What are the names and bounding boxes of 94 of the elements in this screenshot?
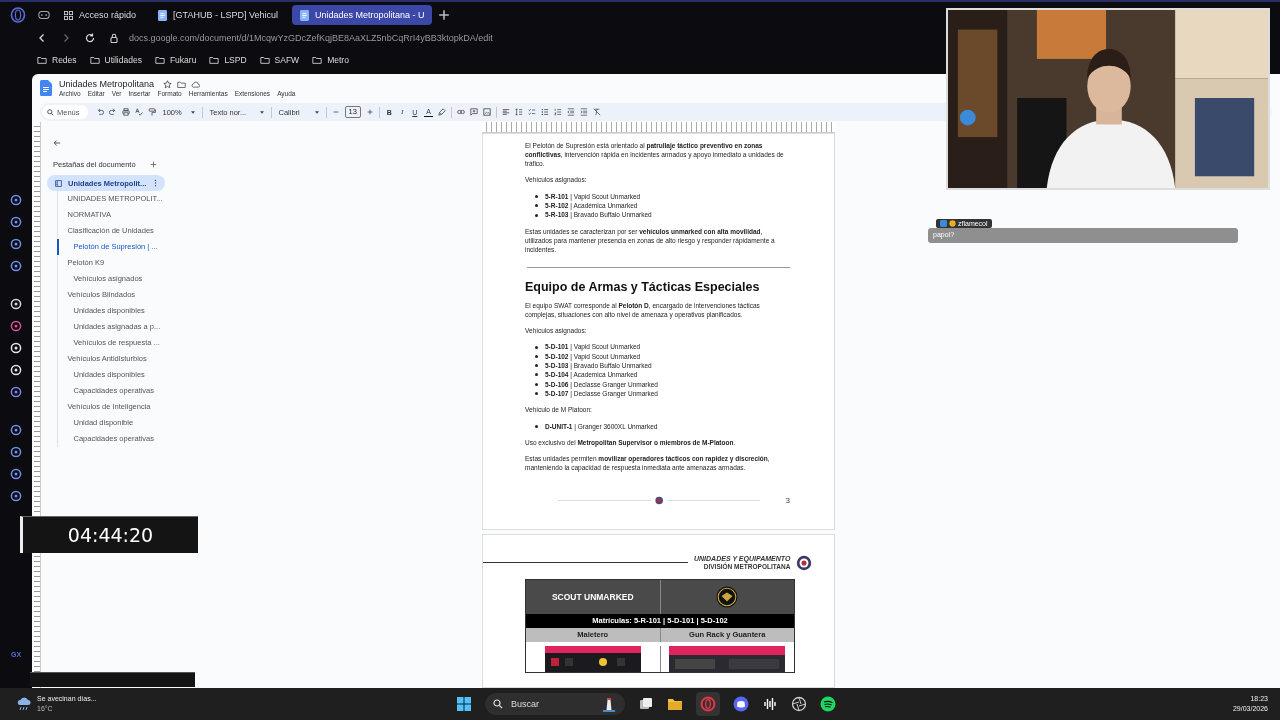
timer-display: 04:44:20 [20,516,198,553]
forward-icon[interactable] [61,33,71,43]
bookmark-folder[interactable]: Redes [37,55,77,65]
more-icon[interactable] [154,179,157,187]
music-app-icon[interactable] [820,696,836,712]
folder-icon [154,55,165,65]
undo-icon[interactable] [95,108,104,116]
bullet-icon [535,194,538,198]
browser-app-icon[interactable] [696,692,720,716]
plus-icon[interactable] [365,108,374,116]
windows-start-icon[interactable] [456,696,472,712]
caret-icon [259,110,264,114]
bookmark-folder[interactable]: Utilidades [89,55,142,65]
bookmark-folder[interactable]: SAFW [259,55,300,65]
search-icon [493,699,503,709]
caret-icon [314,110,319,114]
browser-tab[interactable]: Unidades Metropolitana - U [291,5,433,25]
bullet-icon [535,364,538,368]
print-icon[interactable] [121,108,130,116]
decrease-indent-icon[interactable] [567,108,575,116]
vertical-ruler[interactable] [34,122,41,688]
sidebar-app-icon[interactable] [10,238,22,250]
folder-icon [37,55,47,65]
table-cell: SCOUT UNMARKED [526,579,661,614]
bullet-icon [535,354,538,358]
spellcheck-icon[interactable] [134,108,143,116]
folder-icon [89,55,100,65]
paint-format-icon[interactable] [147,108,156,116]
cloud-icon[interactable] [191,79,201,89]
increase-indent-icon[interactable] [580,108,588,116]
task-view-icon[interactable] [638,696,654,712]
bullet-list-icon[interactable] [541,108,549,116]
image-icon[interactable] [483,108,491,116]
sidebar-app-icon[interactable] [10,194,22,206]
bullet-icon [535,204,538,208]
browser-tab[interactable]: [GTAHUB - LSPD] Vehicul [150,5,286,25]
bullet-icon [535,345,538,349]
bullet-icon [535,382,538,386]
reload-icon[interactable] [85,33,95,43]
bookmark-folder[interactable]: Metro [312,55,349,65]
gamepad-icon[interactable] [38,9,50,21]
bullet-icon [535,392,538,396]
search-icon [47,108,54,116]
folder-icon [312,55,323,65]
lighthouse-icon [601,696,617,712]
bullet-icon [535,373,538,377]
bookmark-folder[interactable]: Fukaru [154,55,197,65]
sidebar-app-icon[interactable] [10,490,22,502]
badge-emblem-icon [796,554,813,571]
star-icon[interactable] [163,79,173,89]
align-icon[interactable] [502,108,510,116]
browser-logo-icon[interactable] [10,7,26,23]
sidebar-app-icon[interactable] [10,468,22,480]
folder-icon [209,55,220,65]
bookmark-folder[interactable]: LSPD [209,55,247,65]
comment-icon[interactable] [470,108,478,116]
numbered-list-icon[interactable] [554,108,562,116]
address-field[interactable]: docs.google.com/document/d/1McqwYzGDcZefKqjBE8AaXLZ5nbCqRrI4yBB3ktopkDA/edit [129,33,493,43]
sidebar-app-icon[interactable] [10,446,22,458]
lock-icon [109,33,119,43]
sidebar-app-icon[interactable] [10,260,22,272]
grid-icon [64,9,73,21]
redo-icon[interactable] [108,108,117,116]
clear-formatting-icon[interactable] [593,108,601,116]
folder-icon[interactable] [667,696,683,712]
back-icon[interactable] [37,33,47,43]
rain-cloud-icon[interactable] [16,696,32,712]
add-tab-icon[interactable] [150,161,157,168]
link-icon[interactable] [457,108,465,116]
bullet-icon [535,424,538,428]
sidebar-app-icon[interactable] [10,216,22,228]
tab-icon [55,179,62,187]
folder-icon [259,55,270,65]
browser-tab[interactable]: Acceso rápido [56,5,145,25]
aperture-icon[interactable] [791,696,807,712]
sidebar-app-icon[interactable] [10,424,22,436]
sidebar-app-icon[interactable] [10,386,22,398]
section-heading: Equipo de Armas y Tácticas Especiales [525,279,761,294]
checklist-icon[interactable] [528,108,536,116]
line-spacing-icon[interactable] [515,108,523,116]
highlighter-icon[interactable] [438,108,446,116]
document-title[interactable]: Unidades Metropolitana [59,79,155,89]
folder-icon[interactable] [177,79,187,89]
document-icon [299,9,309,21]
back-arrow-icon[interactable] [53,139,61,147]
chat-app-icon[interactable] [733,696,749,712]
document-icon [158,9,168,21]
bullet-icon [535,213,538,217]
taskbar-search-field[interactable]: Buscar [485,693,625,715]
audio-bars-icon[interactable] [762,696,778,712]
docs-logo-icon[interactable] [40,80,52,96]
new-tab-icon[interactable] [438,9,451,21]
caret-icon [190,110,195,114]
badge-emblem-icon [654,495,664,505]
